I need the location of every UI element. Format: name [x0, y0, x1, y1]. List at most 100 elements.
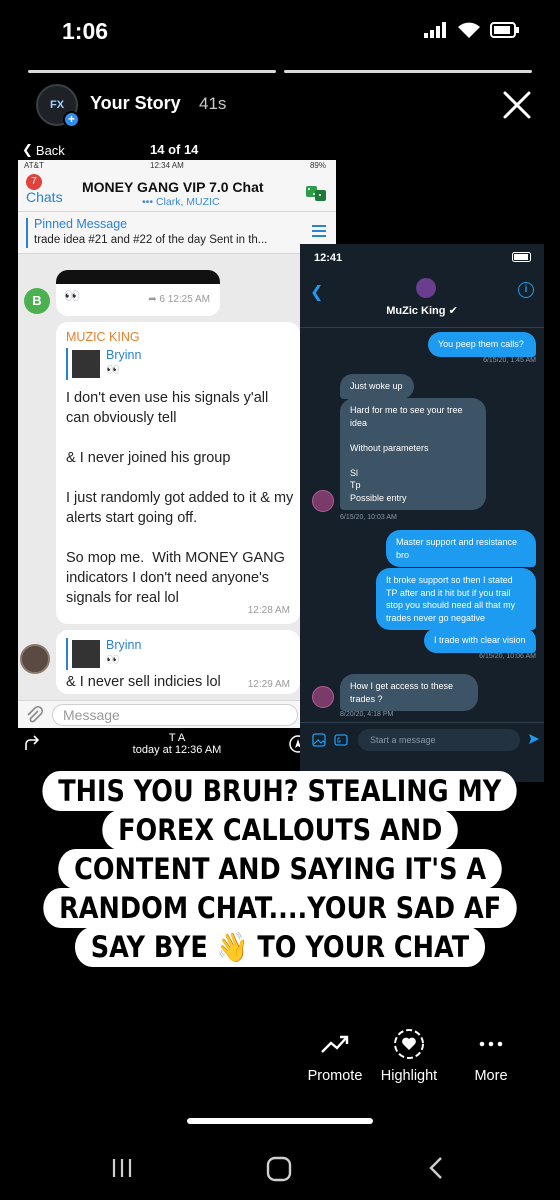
- redacted-content: [56, 270, 220, 284]
- contact-name-text: MuZic King: [386, 305, 446, 317]
- chat-header: 7 Chats MONEY GANG VIP 7.0 Chat ••• Clar…: [18, 172, 336, 212]
- more-label: More: [474, 1068, 508, 1084]
- close-icon[interactable]: [500, 88, 534, 122]
- recent-apps-icon[interactable]: [110, 1156, 134, 1180]
- highlight-heart-icon: [394, 1029, 424, 1059]
- message-time: 12:28 AM: [247, 605, 290, 616]
- status-icons: [424, 22, 520, 38]
- home-icon[interactable]: [266, 1156, 292, 1182]
- story-progress-segment: [28, 70, 276, 73]
- chat-members: ••• Clark, MUZIC: [142, 196, 220, 208]
- reply-quote: Bryinn 👀: [66, 638, 186, 670]
- home-indicator[interactable]: [187, 1118, 373, 1124]
- signal-icon: [424, 22, 446, 38]
- reply-text: 👀: [106, 654, 120, 666]
- dm-message: Just woke up: [340, 374, 414, 399]
- back-label: Back: [35, 142, 65, 158]
- info-icon: i: [518, 282, 534, 298]
- avatar: B: [24, 288, 50, 314]
- carrier-label: AT&T: [24, 161, 44, 170]
- battery-icon: [490, 22, 519, 38]
- story-progress-bar: [28, 70, 532, 73]
- caption-line: RANDOM CHAT....YOUR SAD AF: [43, 888, 517, 928]
- dm-header: ❮ MuZic King ✔ i: [300, 270, 544, 328]
- story-title: Your Story: [90, 93, 181, 113]
- story-age: 41s: [199, 94, 227, 113]
- avatar-text: FX: [49, 99, 65, 111]
- embedded-dm-screenshot: 12:41 ❮ MuZic King ✔ i You peep them cal…: [300, 244, 544, 782]
- dm-message: It broke support so then I stated TP aft…: [376, 568, 536, 630]
- chevron-left-icon: ❮: [22, 142, 33, 157]
- battery-level: 89%: [309, 161, 326, 170]
- reply-thumbnail: [72, 350, 100, 378]
- dm-message: I trade with clear vision: [424, 628, 536, 653]
- avatar: [312, 490, 334, 512]
- more-icon: [479, 1041, 503, 1047]
- dm-timestamp: 6/15/20, 1:45 AM: [483, 357, 536, 364]
- message-meta: ➦ 6 12:25 AM: [148, 294, 210, 305]
- message-time: 6 12:25 AM: [159, 294, 210, 305]
- chat-screen: AT&T 12:34 AM 89% 7 Chats MONEY GANG VIP…: [18, 160, 336, 728]
- chats-back-label: Chats: [26, 189, 63, 205]
- wifi-icon: [458, 22, 480, 38]
- dm-timestamp: 8/20/20, 4:18 PM: [340, 711, 394, 718]
- phone-status-bar: 1:06: [0, 0, 560, 62]
- chat-message: MUZIC KING Bryinn 👀 I don't even use his…: [56, 322, 300, 624]
- image-icon: [312, 733, 326, 747]
- status-time: 1:06: [62, 18, 109, 44]
- send-icon: [529, 734, 539, 744]
- back-icon[interactable]: [426, 1156, 446, 1180]
- message-text: & I never sell indicies lol: [66, 674, 221, 690]
- reply-text: 👀: [106, 364, 120, 376]
- more-button[interactable]: More: [446, 1026, 536, 1084]
- story-actions: Promote Highlight More: [290, 1026, 540, 1090]
- battery-icon: [512, 252, 531, 262]
- embedded-chat-screenshot: ❮ Back 14 of 14 AT&T 12:34 AM 89% 7 Chat…: [18, 138, 336, 760]
- highlight-button[interactable]: Highlight: [364, 1026, 454, 1084]
- screenshot-back: ❮ Back: [22, 142, 65, 158]
- caption-line: CONTENT AND SAYING IT'S A: [58, 849, 502, 889]
- dm-message: You peep them calls?: [428, 332, 536, 357]
- caption-line: THIS YOU BRUH? STEALING MY: [42, 771, 518, 811]
- pinned-accent: [26, 218, 28, 248]
- message-sender: MUZIC KING: [66, 330, 140, 344]
- highlight-label: Highlight: [380, 1068, 438, 1084]
- story-caption: THIS YOU BRUH? STEALING MY FOREX CALLOUT…: [0, 771, 560, 967]
- message-input: Message: [52, 704, 298, 726]
- pinned-text: trade idea #21 and #22 of the day Sent i…: [34, 234, 268, 246]
- gif-icon: [334, 734, 348, 746]
- group-avatar-icon: [306, 186, 326, 201]
- device-time: 12:34 AM: [150, 161, 184, 170]
- pinned-label: Pinned Message: [34, 217, 128, 231]
- reply-thumbnail: [72, 640, 100, 668]
- chat-device-status: AT&T 12:34 AM 89%: [18, 160, 336, 172]
- back-arrow-icon: ❮: [310, 284, 324, 301]
- story-progress-segment: [284, 70, 532, 73]
- story-header: FX + Your Story 41s: [36, 84, 534, 128]
- contact-avatar: [416, 278, 436, 298]
- add-story-icon[interactable]: +: [63, 111, 80, 128]
- chat-message: Bryinn 👀 & I never sell indicies lol 12:…: [56, 630, 300, 694]
- story-avatar[interactable]: FX +: [36, 84, 80, 128]
- message-time: 12:29 AM: [247, 679, 290, 690]
- screenshot-count: 14 of 14: [150, 142, 199, 157]
- reply-name: Bryinn: [106, 348, 142, 362]
- dm-timestamp: 6/15/20, 10:06 AM: [479, 653, 536, 660]
- system-nav-bar: [0, 1148, 560, 1192]
- reply-accent: [66, 348, 68, 380]
- pinned-message: Pinned Message trade idea #21 and #22 of…: [18, 212, 336, 254]
- dm-timestamp: 6/15/20, 10:03 AM: [340, 514, 397, 521]
- chat-message: 👀 ➦ 6 12:25 AM: [56, 270, 220, 316]
- trending-up-icon: [321, 1035, 349, 1053]
- contact-name: MuZic King ✔: [300, 304, 544, 317]
- dm-status-icons: [512, 252, 534, 265]
- dm-compose-icons: [312, 733, 348, 747]
- dm-device-time: 12:41: [314, 252, 343, 264]
- reply-accent: [66, 638, 68, 670]
- chat-title: MONEY GANG VIP 7.0 Chat: [82, 179, 264, 195]
- caption-line: FOREX CALLOUTS AND: [102, 810, 458, 850]
- caption-line: SAY BYE 👋 TO YOUR CHAT: [74, 927, 486, 967]
- screenshot-footer: T A today at 12:36 AM: [18, 732, 336, 760]
- message-text: I don't even use his signals y'all can o…: [66, 390, 294, 606]
- verified-icon: ✔: [448, 305, 458, 317]
